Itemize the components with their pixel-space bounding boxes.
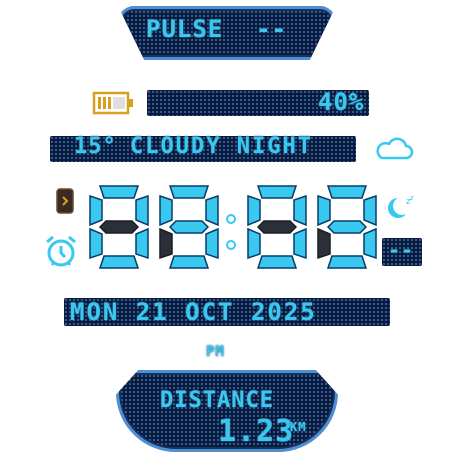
segment-g: [168, 220, 210, 234]
segment-e: [159, 227, 173, 260]
date-text: MON 21 OCT 2025: [70, 298, 317, 326]
segment-a: [168, 185, 210, 199]
segment-c: [135, 227, 149, 260]
segment-b: [205, 194, 219, 227]
segment-c: [363, 227, 377, 260]
phone-icon[interactable]: [56, 188, 74, 218]
segment-b: [363, 194, 377, 227]
svg-text:z: z: [410, 194, 414, 202]
segment-f: [89, 194, 103, 227]
clock-digit-h2: [158, 184, 220, 270]
moon-sleep-icon: z z: [384, 192, 416, 224]
clock: [88, 184, 377, 270]
battery-icon: [92, 90, 134, 120]
segment-a: [256, 185, 298, 199]
segment-f: [247, 194, 261, 227]
clock-colon-dot: [226, 240, 236, 250]
clock-digit-m2: [316, 184, 378, 270]
ampm-label: PM: [206, 344, 225, 360]
segment-e: [89, 227, 103, 260]
segment-d: [168, 255, 210, 269]
segment-g: [98, 220, 140, 234]
clock-digit-h1: [88, 184, 150, 270]
segment-a: [326, 185, 368, 199]
segment-f: [317, 194, 331, 227]
weather-condition: CLOUDY NIGHT: [130, 134, 313, 159]
seconds-value: --: [388, 238, 415, 262]
clock-colon-dot: [226, 214, 236, 224]
clock-digit-m1: [246, 184, 308, 270]
segment-d: [326, 255, 368, 269]
segment-c: [205, 227, 219, 260]
segment-f: [159, 194, 173, 227]
cloud-icon: [374, 136, 414, 166]
alarm-clock-icon[interactable]: [44, 234, 78, 272]
top-value: --: [256, 15, 287, 43]
segment-e: [317, 227, 331, 260]
bottom-label: DISTANCE: [160, 388, 274, 413]
bottom-value: 1.23: [218, 414, 295, 449]
segment-b: [135, 194, 149, 227]
segment-a: [98, 185, 140, 199]
segment-d: [256, 255, 298, 269]
segment-c: [293, 227, 307, 260]
segment-b: [293, 194, 307, 227]
segment-g: [326, 220, 368, 234]
bottom-unit: KM: [290, 420, 307, 434]
segment-g: [256, 220, 298, 234]
top-label: PULSE: [146, 15, 224, 43]
weather-temp: 15°: [74, 134, 117, 159]
battery-percent: 40%: [318, 88, 365, 116]
segment-e: [247, 227, 261, 260]
segment-d: [98, 255, 140, 269]
